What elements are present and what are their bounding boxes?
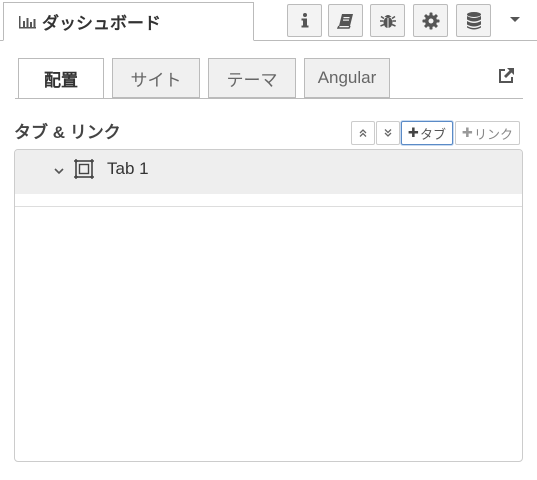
tab-theme-label: テーマ (226, 70, 278, 90)
tab-angular-label: Angular (317, 68, 377, 87)
gear-icon (422, 12, 440, 30)
tab-site[interactable]: サイト (112, 58, 200, 98)
chart-bar-icon (18, 14, 38, 30)
section-title: タブ & リンク (14, 123, 121, 142)
add-tab-button[interactable]: ✚ タブ (401, 121, 453, 145)
sidebar-tab-dashboard[interactable]: ダッシュボード (3, 2, 254, 41)
sidebar-menu-dropdown[interactable] (505, 12, 525, 28)
plus-icon: ✚ (408, 125, 419, 140)
external-link-icon (496, 68, 516, 90)
database-icon (466, 11, 482, 31)
add-link-label: リンク (473, 126, 513, 142)
dashboard-sidebar: ダッシュボード 配置 サイト テーマ Angular タブ & リンク ✚ タブ… (0, 0, 537, 480)
context-data-button[interactable] (456, 4, 491, 37)
tabs-divider (15, 98, 523, 99)
help-button[interactable] (328, 4, 363, 37)
chevron-down-icon (509, 11, 521, 29)
expand-all-button[interactable] (376, 121, 400, 145)
collapse-all-icon (358, 126, 368, 141)
open-dashboard-link[interactable] (496, 66, 516, 86)
tree-row-divider (15, 206, 522, 207)
add-tab-label: タブ (419, 126, 446, 142)
debug-button[interactable] (370, 4, 405, 37)
info-button[interactable] (287, 4, 322, 37)
tab-angular[interactable]: Angular (304, 58, 390, 98)
tab-tree-panel: Tab 1 (14, 149, 523, 462)
bug-icon (379, 12, 397, 30)
tab-frame-icon (73, 158, 95, 180)
tab-layout-label: 配置 (44, 71, 78, 90)
tree-item-label: Tab 1 (107, 159, 149, 178)
plus-icon: ✚ (462, 125, 473, 140)
expand-all-icon (383, 126, 393, 141)
settings-button[interactable] (413, 4, 448, 37)
info-icon (298, 12, 312, 30)
collapse-all-button[interactable] (351, 121, 375, 145)
book-icon (336, 13, 355, 29)
tree-item-tab[interactable]: Tab 1 (15, 150, 522, 194)
chevron-down-icon[interactable] (52, 164, 66, 178)
sidebar-tab-title: ダッシュボード (42, 14, 161, 33)
tab-layout[interactable]: 配置 (18, 58, 104, 99)
add-link-button[interactable]: ✚ リンク (455, 121, 520, 145)
tab-site-label: サイト (130, 70, 182, 90)
tab-theme[interactable]: テーマ (208, 58, 296, 98)
